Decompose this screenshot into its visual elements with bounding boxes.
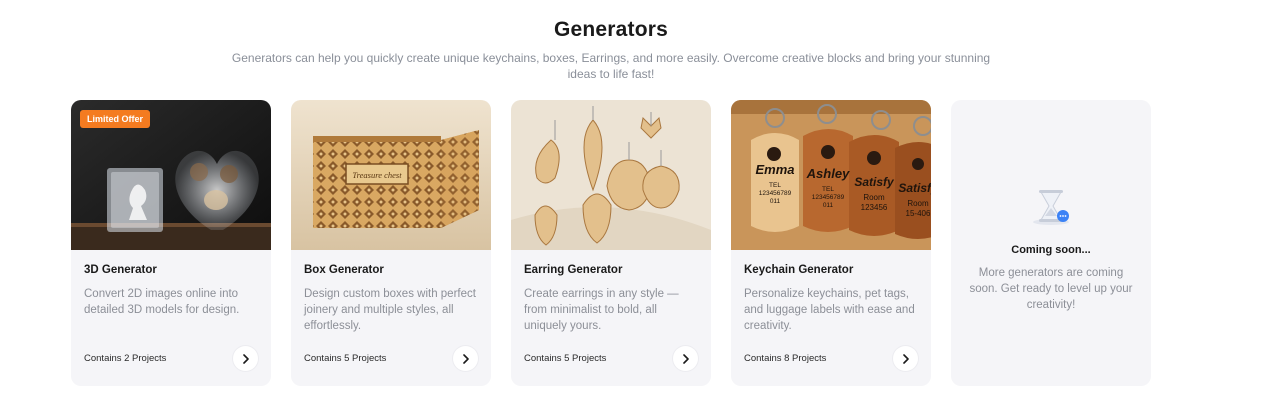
keychain-line1: TEL	[822, 186, 834, 193]
wooden-earrings-image	[511, 100, 711, 250]
chevron-right-icon	[682, 353, 689, 364]
card-description: Design custom boxes with perfect joinery…	[304, 288, 476, 332]
card-keychain-generator[interactable]: Emma TEL 123456789 011 Ashley TEL 123456…	[731, 100, 931, 386]
chevron-right-icon	[462, 353, 469, 364]
keychain-line2: 123456789	[759, 190, 792, 197]
keychain-line3: 011	[770, 198, 781, 205]
coming-soon-description: More generators are coming soon. Get rea…	[969, 267, 1133, 311]
open-card-button[interactable]	[893, 346, 918, 371]
wooden-box-image: Treasure chest	[291, 100, 491, 250]
open-card-button[interactable]	[453, 346, 478, 371]
keychain-line2: 123456	[861, 203, 888, 212]
keychain-line1: Room	[907, 199, 929, 208]
project-count: Contains 5 Projects	[524, 353, 607, 364]
keychain-name: Emma	[755, 162, 794, 177]
card-title: Keychain Generator	[744, 264, 854, 276]
keychain-name: Ashley	[806, 166, 850, 181]
box-engraving-text: Treasure chest	[352, 170, 402, 180]
card-box-generator[interactable]: Treasure chest Box Generator Design cust…	[291, 100, 491, 386]
card-earring-generator[interactable]: Earring Generator Create earrings in any…	[511, 100, 711, 386]
page-title: Generators	[553, 18, 669, 41]
card-description: Convert 2D images online into detailed 3…	[84, 288, 240, 316]
keychain-line1: Room	[863, 193, 885, 202]
project-count: Contains 2 Projects	[84, 353, 167, 364]
card-3d-generator[interactable]: Limited Offer 3D Generator Convert 2D im…	[71, 100, 271, 386]
project-count: Contains 8 Projects	[744, 353, 827, 364]
keychain-line3: 011	[823, 202, 834, 209]
keychain-name: Satisfy	[898, 181, 931, 195]
card-title: Earring Generator	[524, 264, 623, 276]
wooden-keychains-image: Emma TEL 123456789 011 Ashley TEL 123456…	[731, 100, 931, 250]
hourglass-icon	[1033, 190, 1069, 225]
open-card-button[interactable]	[673, 346, 698, 371]
coming-soon-title: Coming soon...	[1011, 244, 1091, 256]
generator-cards: Limited Offer 3D Generator Convert 2D im…	[71, 100, 1151, 386]
limited-offer-badge: Limited Offer	[80, 110, 151, 128]
keychain-line2: 15-406	[906, 209, 931, 218]
card-title: 3D Generator	[84, 264, 157, 276]
card-description: Create earrings in any style — from mini…	[524, 288, 679, 332]
chevron-right-icon	[242, 353, 249, 364]
card-coming-soon: Coming soon... More generators are comin…	[951, 100, 1151, 386]
card-description: Personalize keychains, pet tags, and lug…	[744, 288, 915, 332]
keychain-line1: TEL	[769, 182, 781, 189]
open-card-button[interactable]	[233, 346, 258, 371]
keychain-name: Satisfy	[854, 175, 895, 189]
card-title: Box Generator	[304, 264, 384, 276]
project-count: Contains 5 Projects	[304, 353, 387, 364]
crystal-heart-image: Limited Offer	[71, 100, 271, 250]
page-subtitle: Generators can help you quickly create u…	[231, 51, 991, 81]
keychain-line2: 123456789	[812, 194, 845, 201]
chevron-right-icon	[902, 353, 909, 364]
